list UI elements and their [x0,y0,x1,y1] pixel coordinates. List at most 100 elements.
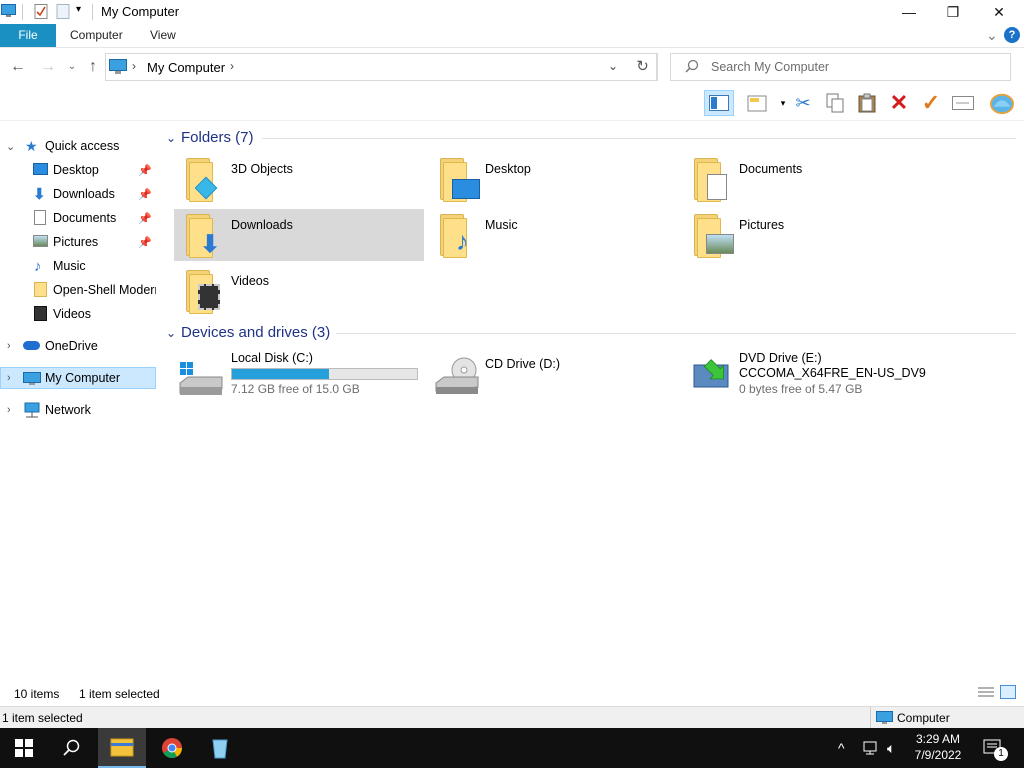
network-icon [23,402,41,421]
details-view-icon[interactable] [978,686,994,701]
item-count: 10 items [14,687,60,701]
sidebar-item-label: Network [45,403,91,417]
breadcrumb-separator[interactable]: › [230,59,234,73]
classic-status-bar: 1 item selected Computer [0,706,1024,729]
folder-icon [186,158,218,202]
pin-icon[interactable]: 📌 [138,164,152,177]
chevron-down-icon[interactable]: ⌄ [166,326,176,340]
refresh-button[interactable]: ↻ [628,53,658,81]
drive-item-d[interactable]: CD Drive (D:) [428,351,678,411]
folder-options-icon[interactable] [745,92,769,114]
drive-item-e[interactable]: DVD Drive (E:) CCCOMA_X64FRE_EN-US_DV9 0… [682,351,932,411]
restore-button[interactable]: ❐ [930,0,976,24]
sidebar-item-music[interactable]: ♪ Music [0,255,156,277]
chevron-down-icon[interactable]: ⌄ [6,140,15,153]
folder-item-desktop[interactable]: Desktop [428,153,678,205]
sidebar-item-onedrive[interactable]: › OneDrive [0,335,156,357]
drive-name: DVD Drive (E:) [739,351,822,365]
properties-icon[interactable] [34,4,48,19]
customize-qat-icon[interactable]: ▾ [76,4,81,15]
cut-icon[interactable]: ✂ [791,92,815,114]
folder-name: Documents [739,162,803,176]
drive-item-c[interactable]: Local Disk (C:) 7.12 GB free of 15.0 GB [174,351,424,411]
close-button[interactable]: ✕ [976,0,1022,24]
open-shell-icon[interactable] [990,92,1014,115]
folder-icon [694,158,727,202]
document-icon [34,210,46,225]
file-explorer-taskbar-button[interactable] [98,728,146,768]
download-arrow-icon: ⬇ [33,186,46,203]
chevron-right-icon[interactable]: › [7,340,11,352]
rename-icon[interactable] [951,92,975,114]
breadcrumb-separator[interactable]: › [132,59,136,73]
tab-view[interactable]: View [150,24,176,47]
navigation-pane-icon[interactable] [704,90,734,116]
notification-count-badge: 1 [994,747,1008,761]
address-row: ← → ⌄ ↑ › My Computer › ⌄ ↻ Search My Co… [0,48,1024,86]
folder-item-videos[interactable]: Videos [174,265,424,317]
chrome-icon [162,738,182,758]
help-icon[interactable]: ? [1004,27,1020,43]
separator [92,4,93,20]
file-explorer-icon [110,738,134,757]
music-note-icon: ♪ [456,226,469,256]
folder-item-downloads[interactable]: ⬇ Downloads [174,209,424,261]
folder-name: Desktop [485,162,531,176]
tab-computer[interactable]: Computer [70,24,123,47]
new-folder-icon[interactable] [56,4,70,19]
sidebar-item-documents[interactable]: Documents 📌 [0,207,156,229]
pin-icon[interactable]: 📌 [138,212,152,225]
search-taskbar-button[interactable] [48,728,96,768]
breadcrumb[interactable]: My Computer [147,60,225,75]
folder-item-music[interactable]: ♪ Music [428,209,678,261]
properties-check-icon[interactable]: ✓ [919,90,943,115]
drive-usage-fill [232,369,330,379]
tab-file[interactable]: File [0,24,56,47]
sidebar-item-quick-access[interactable]: ⌄ ★ Quick access [0,135,156,157]
chrome-taskbar-button[interactable] [148,728,196,768]
address-dropdown-icon[interactable]: ⌄ [608,59,618,73]
sidebar-item-videos[interactable]: Videos [0,303,156,325]
show-hidden-icons-icon[interactable]: ^ [838,728,845,768]
forward-icon[interactable]: → [38,58,58,76]
chevron-down-icon[interactable]: ⌄ [166,131,176,145]
network-tray-icon[interactable] [862,728,880,768]
volume-icon[interactable]: 🔈︎ [887,728,895,768]
sidebar-item-pictures[interactable]: Pictures 📌 [0,231,156,253]
recent-locations-icon[interactable]: ⌄ [62,58,82,76]
large-icons-view-icon[interactable] [1000,685,1016,699]
folder-item-3d-objects[interactable]: 3D Objects [174,153,424,205]
dvd-drive-icon [692,355,732,394]
start-button[interactable] [0,728,48,768]
up-icon[interactable]: ↑ [83,58,103,76]
pin-icon[interactable]: 📌 [138,188,152,201]
copy-icon[interactable] [823,92,847,114]
recycle-bin-taskbar-button[interactable] [196,728,244,768]
computer-icon[interactable] [1,4,16,19]
folder-name: Pictures [739,218,785,232]
folders-header[interactable]: Folders (7) [181,129,254,146]
delete-icon[interactable]: ✕ [887,90,911,115]
drives-header[interactable]: Devices and drives (3) [181,324,330,341]
chevron-right-icon[interactable]: › [7,404,11,416]
sidebar-item-downloads[interactable]: ⬇ Downloads 📌 [0,183,156,205]
paste-icon[interactable] [855,92,879,114]
sidebar-item-network[interactable]: › Network [0,399,156,421]
expand-ribbon-icon[interactable]: ⌄ [986,24,998,47]
sidebar-item-open-shell-modern[interactable]: Open-Shell Modern [0,279,156,301]
minimize-button[interactable]: — [886,0,932,24]
sidebar-item-label: Desktop [53,163,99,177]
folder-icon [34,282,47,297]
chevron-right-icon[interactable]: › [7,372,11,384]
bin-icon [212,739,228,759]
sidebar-item-my-computer[interactable]: › My Computer [0,367,156,389]
folder-item-documents[interactable]: Documents [682,153,932,205]
search-input[interactable]: Search My Computer [670,53,1011,81]
sidebar-item-desktop[interactable]: Desktop 📌 [0,159,156,181]
pin-icon[interactable]: 📌 [138,236,152,249]
back-icon[interactable]: ← [8,58,28,76]
address-bar[interactable]: › My Computer › ⌄ [105,53,657,81]
desktop-icon [452,179,480,199]
folder-item-pictures[interactable]: Pictures [682,209,932,261]
clock[interactable]: 3:29 AM 7/9/2022 [906,731,970,763]
